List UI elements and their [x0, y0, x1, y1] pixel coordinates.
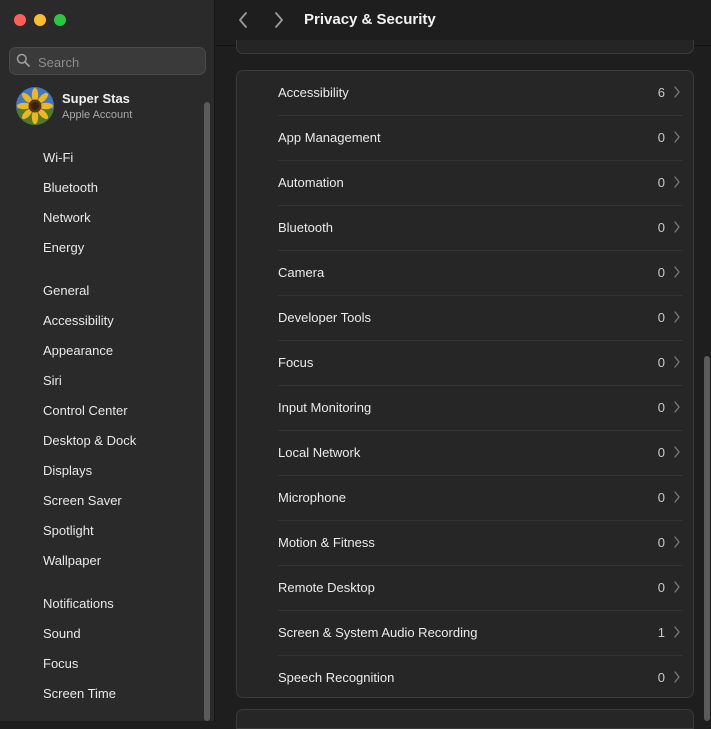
sidebar-item-accessibility[interactable]: Accessibility [32, 308, 197, 334]
search-field[interactable] [9, 47, 206, 75]
sidebar-item-sound[interactable]: Sound [32, 621, 197, 647]
row-label: Remote Desktop [278, 580, 375, 595]
list-row-app-management[interactable]: App Management 0 [237, 116, 693, 161]
sidebar-item-focus[interactable]: Focus [32, 651, 197, 677]
close-window-button[interactable] [14, 14, 26, 26]
list-row-motion-fitness[interactable]: Motion & Fitness 0 [237, 521, 693, 566]
main-pane: Privacy & Security Accessibility 6 App M… [216, 0, 711, 729]
account-subtitle: Apple Account [62, 109, 133, 121]
sidebar-item-appearance[interactable]: Appearance [32, 338, 197, 364]
chevron-right-icon [674, 266, 680, 278]
sidebar-item-general[interactable]: General [32, 278, 197, 304]
back-button[interactable] [233, 10, 253, 30]
row-label: Screen & System Audio Recording [278, 625, 478, 640]
row-count: 6 [657, 85, 665, 100]
minimize-window-button[interactable] [34, 14, 46, 26]
row-count: 0 [657, 310, 665, 325]
sidebar-item-desktop-dock[interactable]: Desktop & Dock [32, 428, 197, 454]
row-label: Developer Tools [278, 310, 371, 325]
page-title: Privacy & Security [304, 11, 436, 28]
zoom-window-button[interactable] [54, 14, 66, 26]
list-row-developer-tools[interactable]: Developer Tools 0 [237, 296, 693, 341]
list-row-input-monitoring[interactable]: Input Monitoring 0 [237, 386, 693, 431]
row-count: 0 [657, 175, 665, 190]
list-row-screen-audio-recording[interactable]: Screen & System Audio Recording 1 [237, 611, 693, 656]
sidebar-item-control-center[interactable]: Control Center [32, 398, 197, 424]
sidebar-item-notifications[interactable]: Notifications [32, 591, 197, 617]
row-count: 1 [657, 625, 665, 640]
sidebar-item-spotlight[interactable]: Spotlight [32, 518, 197, 544]
sidebar-item-network[interactable]: Network [32, 205, 197, 231]
sidebar-scrollbar[interactable] [202, 102, 211, 721]
privacy-permissions-list: Accessibility 6 App Management 0 Automat… [236, 70, 694, 698]
forward-button[interactable] [269, 10, 289, 30]
next-section-card [236, 709, 694, 729]
list-row-focus[interactable]: Focus 0 [237, 341, 693, 386]
list-row-bluetooth[interactable]: Bluetooth 0 [237, 206, 693, 251]
row-label: Camera [278, 265, 325, 280]
row-count: 0 [657, 445, 665, 460]
sidebar-item-screen-saver[interactable]: Screen Saver [32, 488, 197, 514]
row-count: 0 [657, 265, 665, 280]
window-controls [14, 14, 66, 26]
row-label: Motion & Fitness [278, 535, 375, 550]
list-row-automation[interactable]: Automation 0 [237, 161, 693, 206]
row-label: Speech Recognition [278, 670, 395, 685]
list-row-accessibility[interactable]: Accessibility 6 [237, 71, 693, 116]
chevron-right-icon [674, 131, 680, 143]
row-count: 0 [657, 130, 665, 145]
row-count: 0 [657, 490, 665, 505]
row-count: 0 [657, 220, 665, 235]
sunflower-avatar-image [16, 87, 54, 125]
list-row-local-network[interactable]: Local Network 0 [237, 431, 693, 476]
row-label: Automation [278, 175, 344, 190]
main-scrollbar-thumb[interactable] [704, 356, 710, 721]
list-row-microphone[interactable]: Microphone 0 [237, 476, 693, 521]
chevron-right-icon [674, 626, 680, 638]
avatar [16, 87, 54, 125]
row-label: Local Network [278, 445, 361, 460]
sidebar-item-screen-time[interactable]: Screen Time [32, 681, 197, 707]
row-label: Focus [278, 355, 314, 370]
row-count: 0 [657, 670, 665, 685]
row-label: App Management [278, 130, 381, 145]
sidebar-item-energy[interactable]: Energy [32, 235, 197, 261]
sidebar-scrollbar-thumb[interactable] [204, 102, 210, 721]
chevron-right-icon [275, 12, 283, 28]
chevron-right-icon [674, 176, 680, 188]
previous-section-card [236, 40, 694, 54]
row-label: Accessibility [278, 85, 349, 100]
search-icon [16, 53, 30, 67]
chevron-right-icon [674, 221, 680, 233]
row-label: Bluetooth [278, 220, 333, 235]
row-label: Microphone [278, 490, 346, 505]
chevron-right-icon [674, 311, 680, 323]
chevron-left-icon [239, 12, 247, 28]
sidebar-item-wallpaper[interactable]: Wallpaper [32, 548, 197, 574]
account-name: Super Stas [62, 91, 130, 106]
apple-account[interactable]: Super Stas Apple Account [16, 87, 196, 127]
row-count: 0 [657, 535, 665, 550]
row-count: 0 [657, 355, 665, 370]
chevron-right-icon [674, 401, 680, 413]
row-count: 0 [657, 580, 665, 595]
list-row-camera[interactable]: Camera 0 [237, 251, 693, 296]
sidebar-item-displays[interactable]: Displays [32, 458, 197, 484]
chevron-right-icon [674, 446, 680, 458]
sidebar-item-bluetooth[interactable]: Bluetooth [32, 175, 197, 201]
row-label: Input Monitoring [278, 400, 372, 415]
chevron-right-icon [674, 581, 680, 593]
list-row-speech-recognition[interactable]: Speech Recognition 0 [237, 656, 693, 701]
chevron-right-icon [674, 356, 680, 368]
chevron-right-icon [674, 491, 680, 503]
sidebar-item-siri[interactable]: Siri [32, 368, 197, 394]
row-count: 0 [657, 400, 665, 415]
list-row-remote-desktop[interactable]: Remote Desktop 0 [237, 566, 693, 611]
chevron-right-icon [674, 86, 680, 98]
sidebar-item-wifi[interactable]: Wi-Fi [32, 145, 197, 171]
sidebar: Super Stas Apple Account Wi-Fi Bluetooth… [0, 0, 215, 721]
chevron-right-icon [674, 536, 680, 548]
chevron-right-icon [674, 671, 680, 683]
search-input[interactable] [36, 50, 205, 74]
